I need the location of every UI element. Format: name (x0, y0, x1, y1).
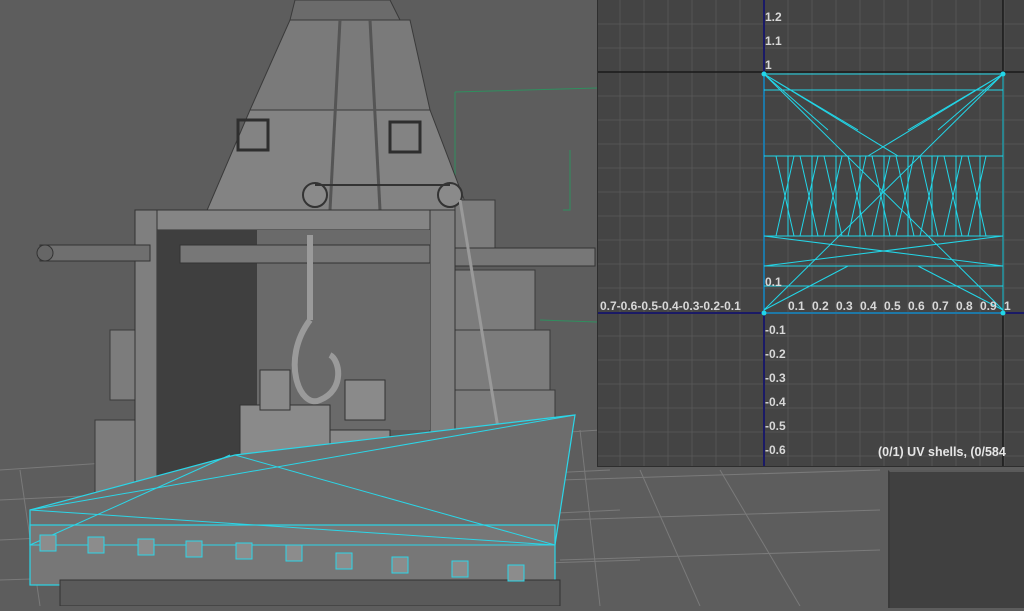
crossbar (36, 244, 596, 267)
v-tick-label: -0.5 (765, 419, 786, 433)
v-tick-label: 1.1 (765, 34, 782, 48)
u-tick-label: 0.7 (932, 299, 949, 313)
uv-status-text: (0/1) UV shells, (0/584 (878, 445, 1006, 459)
uv-axes (598, 0, 1024, 466)
u-axis-negative-labels: 0.7-0.6-0.5-0.4-0.3-0.2-0.1 (600, 299, 741, 313)
uv-grid (598, 0, 1024, 466)
u-tick-label: 0.6 (908, 299, 925, 313)
v-tick-label: -0.2 (765, 347, 786, 361)
u-tick-label: 0.5 (884, 299, 901, 313)
u-tick-label: 1 (1004, 299, 1011, 313)
temple-spire (204, 0, 471, 216)
v-tick-label: 1.2 (765, 10, 782, 24)
u-tick-label: 0.3 (836, 299, 853, 313)
u-tick-label: 0.9 (980, 299, 997, 313)
u-tick-label: 0.4 (860, 299, 877, 313)
dark-panel (888, 470, 1024, 608)
u-tick-label: 0.1 (788, 299, 805, 313)
v-tick-label: -0.1 (765, 323, 786, 337)
v-tick-label: -0.3 (765, 371, 786, 385)
v-tick-label: -0.4 (765, 395, 786, 409)
uv-editor-panel[interactable]: 1.2 1.1 1 0.1 -0.1 -0.2 -0.3 -0.4 -0.5 -… (597, 0, 1024, 467)
v-tick-label: 0.1 (765, 275, 782, 289)
v-tick-label: 1 (765, 58, 772, 72)
v-tick-label: -0.6 (765, 443, 786, 457)
u-tick-label: 0.2 (812, 299, 829, 313)
u-tick-label: 0.8 (956, 299, 973, 313)
